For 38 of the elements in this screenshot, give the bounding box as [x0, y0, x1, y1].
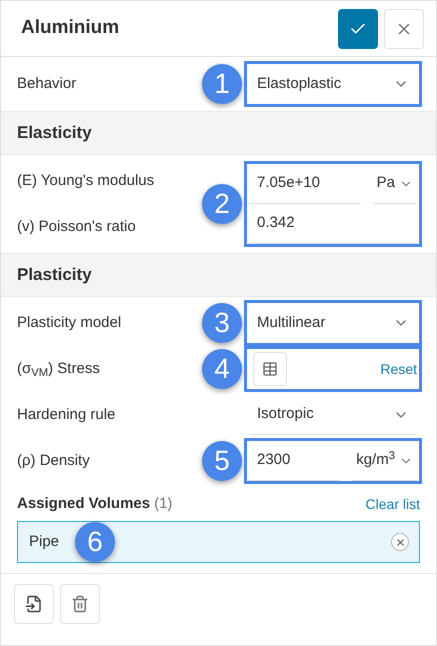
unit-dropdown[interactable]: kg/m$^{3}$ — [352, 441, 417, 481]
number-field[interactable]: 2300 — [249, 441, 340, 481]
table-icon — [262, 361, 278, 377]
confirm-button[interactable] — [338, 8, 378, 48]
clear-list-link[interactable]: Clear list — [366, 494, 420, 514]
dropdown[interactable]: Isotropic — [249, 395, 417, 435]
field-label: Hardening rule — [17, 404, 116, 425]
callout-number: 6 — [75, 522, 116, 562]
number-field[interactable]: 7.05e+10 — [249, 164, 361, 204]
section-header: Plasticity — [1, 253, 436, 297]
field-label: Behavior — [17, 74, 76, 94]
remove-icon[interactable] — [391, 533, 409, 551]
table-button[interactable] — [253, 352, 287, 386]
callout-number: 1 — [202, 64, 242, 104]
assigned-heading: Assigned Volumes — [17, 494, 150, 514]
assigned-count: (1) — [154, 494, 172, 514]
number-field[interactable]: 0.342 — [249, 204, 417, 244]
unit-dropdown[interactable]: Pa — [372, 164, 417, 204]
item-name: Pipe — [29, 532, 60, 552]
callout-number: 5 — [202, 441, 242, 481]
import-button[interactable] — [14, 584, 54, 624]
panel-title: Aluminium — [21, 16, 120, 40]
callout-number: 4 — [202, 349, 242, 389]
callout-number: 3 — [202, 303, 242, 343]
dropdown[interactable]: Multilinear — [249, 303, 417, 343]
field-label: Plasticity model — [17, 312, 122, 333]
dropdown[interactable]: Elastoplastic — [249, 64, 417, 104]
delete-button[interactable] — [60, 584, 100, 624]
assigned-item[interactable]: Pipe 6 — [17, 521, 420, 563]
field-label: (v) Poisson's ratio — [17, 216, 136, 237]
file-import-icon — [25, 595, 43, 613]
field-label: (ρ) Density — [17, 450, 90, 471]
field-label: (E) Young's modulus — [17, 170, 154, 191]
section-header: Elasticity — [1, 111, 436, 155]
callout-number: 2 — [202, 184, 242, 224]
field-label: (σ$_{VM}$) Stress — [17, 358, 100, 380]
trash-icon — [71, 595, 89, 613]
reset-link[interactable]: Reset — [380, 358, 417, 380]
